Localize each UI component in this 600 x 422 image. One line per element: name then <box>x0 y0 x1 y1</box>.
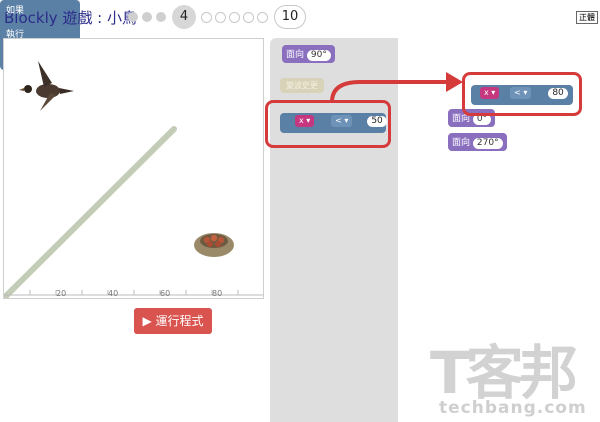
run-program-button[interactable]: ▶ 運行程式 <box>134 308 212 334</box>
watermark-logo: T客邦 <box>430 339 578 407</box>
bird-icon <box>19 61 74 111</box>
axis-tick-labels: 20 40 60 80 <box>56 289 222 298</box>
else-heading-block[interactable]: 面向 270° <box>448 133 507 151</box>
variable-block-label: 變波史更 <box>286 81 318 90</box>
level-current[interactable]: 4 <box>172 5 196 29</box>
level-dot-8[interactable] <box>243 12 254 23</box>
toolbox-variable-block[interactable]: 變波史更 <box>280 78 324 93</box>
if-label: 如果 <box>6 6 25 16</box>
tick-label-40: 40 <box>108 289 118 298</box>
nest-icon <box>194 233 234 257</box>
heading-block-label: 面向 <box>286 50 305 60</box>
else-label: 否則 <box>6 55 25 65</box>
watermark-text: techbang.com <box>439 398 587 418</box>
highlight-box-condition <box>462 72 582 116</box>
else-heading-value[interactable]: 270° <box>472 138 503 149</box>
play-icon: ▶ <box>142 314 152 328</box>
level-dot-1[interactable] <box>128 12 138 22</box>
wall-line <box>4 126 177 298</box>
game-scene: 20 40 60 80 <box>4 61 263 298</box>
level-dot-5[interactable] <box>201 12 212 23</box>
drag-arrow-icon <box>330 72 463 103</box>
do-label: 執行 <box>6 30 25 40</box>
level-dot-9[interactable] <box>257 12 268 23</box>
run-button-label: 運行程式 <box>155 314 204 328</box>
else-heading-label: 面向 <box>452 138 471 148</box>
level-dot-7[interactable] <box>229 12 240 23</box>
tick-label-80: 80 <box>212 289 222 298</box>
level-dot-2[interactable] <box>142 12 152 22</box>
level-dot-6[interactable] <box>215 12 226 23</box>
language-select[interactable]: 正體 <box>576 11 598 24</box>
game-canvas: 20 40 60 80 <box>3 38 264 299</box>
tick-label-20: 20 <box>56 289 66 298</box>
tick-label-60: 60 <box>160 289 170 298</box>
level-dot-3[interactable] <box>156 12 166 22</box>
level-last[interactable]: 10 <box>274 5 306 29</box>
